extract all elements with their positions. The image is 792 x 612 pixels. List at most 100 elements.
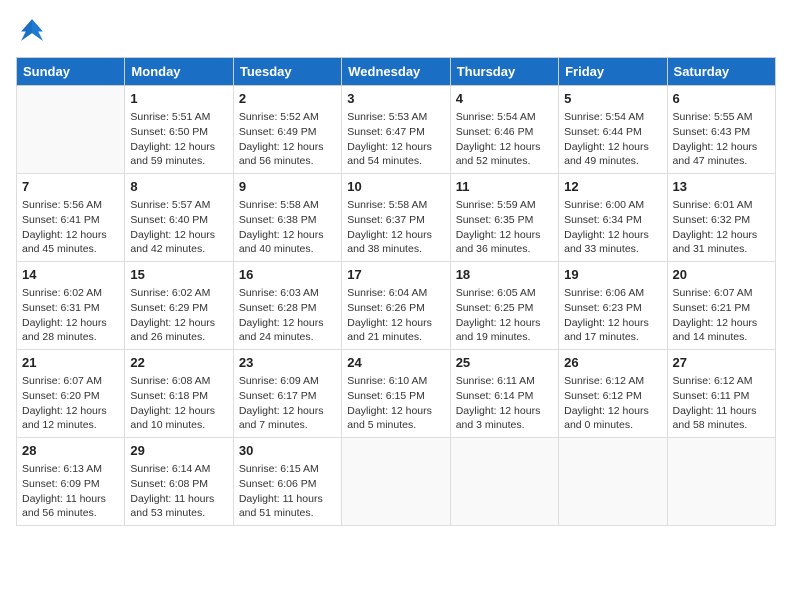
calendar-cell bbox=[667, 438, 775, 526]
day-info: Sunrise: 6:13 AM bbox=[22, 462, 119, 477]
day-info: Sunrise: 6:04 AM bbox=[347, 286, 444, 301]
calendar-week-1: 1Sunrise: 5:51 AMSunset: 6:50 PMDaylight… bbox=[17, 86, 776, 174]
day-info: Sunset: 6:44 PM bbox=[564, 125, 661, 140]
day-number: 27 bbox=[673, 354, 770, 372]
day-info: Sunrise: 5:58 AM bbox=[239, 198, 336, 213]
calendar-table: SundayMondayTuesdayWednesdayThursdayFrid… bbox=[16, 57, 776, 526]
day-info: Sunrise: 6:14 AM bbox=[130, 462, 227, 477]
calendar-cell bbox=[450, 438, 558, 526]
day-info: Daylight: 12 hours bbox=[239, 316, 336, 331]
day-info: Sunset: 6:17 PM bbox=[239, 389, 336, 404]
calendar-cell: 11Sunrise: 5:59 AMSunset: 6:35 PMDayligh… bbox=[450, 174, 558, 262]
day-info: Sunset: 6:15 PM bbox=[347, 389, 444, 404]
day-info: Sunset: 6:25 PM bbox=[456, 301, 553, 316]
calendar-cell: 1Sunrise: 5:51 AMSunset: 6:50 PMDaylight… bbox=[125, 86, 233, 174]
calendar-cell: 3Sunrise: 5:53 AMSunset: 6:47 PMDaylight… bbox=[342, 86, 450, 174]
day-number: 2 bbox=[239, 90, 336, 108]
day-number: 22 bbox=[130, 354, 227, 372]
calendar-cell: 10Sunrise: 5:58 AMSunset: 6:37 PMDayligh… bbox=[342, 174, 450, 262]
calendar-cell: 12Sunrise: 6:00 AMSunset: 6:34 PMDayligh… bbox=[559, 174, 667, 262]
day-info: Sunset: 6:08 PM bbox=[130, 477, 227, 492]
day-info: Sunset: 6:47 PM bbox=[347, 125, 444, 140]
calendar-cell bbox=[559, 438, 667, 526]
day-info: Daylight: 12 hours bbox=[22, 404, 119, 419]
day-info: and 26 minutes. bbox=[130, 330, 227, 345]
day-info: Daylight: 12 hours bbox=[564, 228, 661, 243]
weekday-header-thursday: Thursday bbox=[450, 58, 558, 86]
day-info: Daylight: 12 hours bbox=[564, 404, 661, 419]
calendar-cell: 19 Sunrise: 6:06 AMSunset: 6:23 PMDayligh… bbox=[559, 262, 667, 350]
day-info: and 52 minutes. bbox=[456, 154, 553, 169]
calendar-week-2: 7Sunrise: 5:56 AMSunset: 6:41 PMDaylight… bbox=[17, 174, 776, 262]
calendar-cell: 4Sunrise: 5:54 AMSunset: 6:46 PMDaylight… bbox=[450, 86, 558, 174]
day-number: 15 bbox=[130, 266, 227, 284]
calendar-cell bbox=[17, 86, 125, 174]
day-info: Daylight: 12 hours bbox=[564, 316, 661, 331]
day-info: Daylight: 12 hours bbox=[673, 140, 770, 155]
calendar-cell: 23Sunrise: 6:09 AMSunset: 6:17 PMDayligh… bbox=[233, 350, 341, 438]
day-info: and 14 minutes. bbox=[673, 330, 770, 345]
calendar-cell: 17Sunrise: 6:04 AMSunset: 6:26 PMDayligh… bbox=[342, 262, 450, 350]
day-info: and 42 minutes. bbox=[130, 242, 227, 257]
day-number: 11 bbox=[456, 178, 553, 196]
day-number: 6 bbox=[673, 90, 770, 108]
weekday-header-wednesday: Wednesday bbox=[342, 58, 450, 86]
calendar-cell: 27Sunrise: 6:12 AMSunset: 6:11 PMDayligh… bbox=[667, 350, 775, 438]
calendar-cell: 8Sunrise: 5:57 AMSunset: 6:40 PMDaylight… bbox=[125, 174, 233, 262]
day-number: 4 bbox=[456, 90, 553, 108]
calendar-cell: 26Sunrise: 6:12 AMSunset: 6:12 PMDayligh… bbox=[559, 350, 667, 438]
day-info: Sunrise: 6:06 AM bbox=[564, 286, 661, 301]
day-info: Sunrise: 6:11 AM bbox=[456, 374, 553, 389]
day-info: Daylight: 12 hours bbox=[239, 140, 336, 155]
day-info: Daylight: 12 hours bbox=[130, 140, 227, 155]
day-info: Daylight: 12 hours bbox=[22, 316, 119, 331]
calendar-cell: 9Sunrise: 5:58 AMSunset: 6:38 PMDaylight… bbox=[233, 174, 341, 262]
day-info: Daylight: 12 hours bbox=[347, 404, 444, 419]
calendar-cell: 2Sunrise: 5:52 AMSunset: 6:49 PMDaylight… bbox=[233, 86, 341, 174]
day-info: and 28 minutes. bbox=[22, 330, 119, 345]
calendar-cell: 14Sunrise: 6:02 AMSunset: 6:31 PMDayligh… bbox=[17, 262, 125, 350]
day-number: 12 bbox=[564, 178, 661, 196]
day-info: Daylight: 12 hours bbox=[456, 140, 553, 155]
day-info: Sunset: 6:23 PM bbox=[564, 301, 661, 316]
day-info: Daylight: 12 hours bbox=[564, 140, 661, 155]
day-info: Sunrise: 6:10 AM bbox=[347, 374, 444, 389]
day-info: Daylight: 12 hours bbox=[22, 228, 119, 243]
calendar-cell: 30Sunrise: 6:15 AMSunset: 6:06 PMDayligh… bbox=[233, 438, 341, 526]
weekday-header-sunday: Sunday bbox=[17, 58, 125, 86]
day-info: and 51 minutes. bbox=[239, 506, 336, 521]
day-number: 30 bbox=[239, 442, 336, 460]
day-info: Sunset: 6:40 PM bbox=[130, 213, 227, 228]
day-info: and 49 minutes. bbox=[564, 154, 661, 169]
day-number: 19 bbox=[564, 266, 661, 284]
day-number: 3 bbox=[347, 90, 444, 108]
calendar-cell: 21Sunrise: 6:07 AMSunset: 6:20 PMDayligh… bbox=[17, 350, 125, 438]
calendar-week-5: 28Sunrise: 6:13 AMSunset: 6:09 PMDayligh… bbox=[17, 438, 776, 526]
day-info: and 0 minutes. bbox=[564, 418, 661, 433]
weekday-header-friday: Friday bbox=[559, 58, 667, 86]
calendar-cell: 25Sunrise: 6:11 AMSunset: 6:14 PMDayligh… bbox=[450, 350, 558, 438]
day-number: 17 bbox=[347, 266, 444, 284]
day-info: Sunset: 6:34 PM bbox=[564, 213, 661, 228]
day-info: Daylight: 12 hours bbox=[456, 316, 553, 331]
day-info: Sunrise: 5:55 AM bbox=[673, 110, 770, 125]
calendar-cell: 18Sunrise: 6:05 AMSunset: 6:25 PMDayligh… bbox=[450, 262, 558, 350]
calendar-cell: 15Sunrise: 6:02 AMSunset: 6:29 PMDayligh… bbox=[125, 262, 233, 350]
logo bbox=[16, 16, 46, 49]
day-info: Daylight: 12 hours bbox=[130, 316, 227, 331]
day-info: Daylight: 12 hours bbox=[130, 404, 227, 419]
day-info: Sunset: 6:14 PM bbox=[456, 389, 553, 404]
day-info: Sunset: 6:06 PM bbox=[239, 477, 336, 492]
day-info: and 19 minutes. bbox=[456, 330, 553, 345]
calendar-cell: 20Sunrise: 6:07 AMSunset: 6:21 PMDayligh… bbox=[667, 262, 775, 350]
day-number: 7 bbox=[22, 178, 119, 196]
weekday-header-tuesday: Tuesday bbox=[233, 58, 341, 86]
calendar-cell: 29Sunrise: 6:14 AMSunset: 6:08 PMDayligh… bbox=[125, 438, 233, 526]
day-info: and 56 minutes. bbox=[239, 154, 336, 169]
day-info: Sunrise: 6:07 AM bbox=[673, 286, 770, 301]
day-info: Sunset: 6:21 PM bbox=[673, 301, 770, 316]
day-info: and 24 minutes. bbox=[239, 330, 336, 345]
day-number: 26 bbox=[564, 354, 661, 372]
calendar-cell: 6Sunrise: 5:55 AMSunset: 6:43 PMDaylight… bbox=[667, 86, 775, 174]
day-info: and 3 minutes. bbox=[456, 418, 553, 433]
